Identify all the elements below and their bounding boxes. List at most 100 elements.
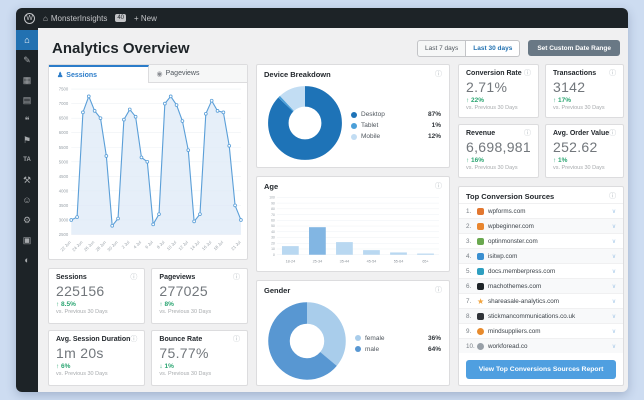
conversion-source-row[interactable]: 2. wpbeginner.com ∨ [459,218,624,233]
stat-title: Avg. Session Duration [56,336,131,343]
sidebar-item-ta-plugin[interactable]: TA [16,150,38,170]
sidebar-item-posts-pin[interactable]: ✎ [16,50,38,70]
device-breakdown-panel: Device Breakdown ⓘ Desktop 87% Tablet 1% Mob… [256,64,450,168]
info-icon[interactable]: ⓘ [233,274,240,281]
chevron-down-icon[interactable]: ∨ [612,208,616,215]
view-top-conversion-sources-report-button[interactable]: View Top Conversions Sources Report [466,360,617,379]
svg-text:4000: 4000 [59,188,69,193]
legend-label: male [365,345,380,353]
sidebar-item-tools[interactable]: ⚙ [16,210,38,230]
source-rank: 2. [466,222,472,230]
range-button-last-7-days[interactable]: Last 7 days [417,39,467,57]
dashboard-icon: ⌂ [24,35,30,45]
info-icon[interactable]: ⓘ [233,336,240,343]
site-menu[interactable]: ⌂ MonsterInsights [43,14,107,23]
sidebar-item-settings[interactable]: ◐ [16,250,38,270]
info-icon[interactable]: ⓘ [435,71,442,78]
wordpress-logo-icon[interactable]: W [24,12,35,24]
sidebar-item-media-2[interactable]: ▣ [16,230,38,250]
svg-text:6500: 6500 [59,116,69,121]
date-range-controls: Last 7 days Last 30 days Set Custom Date … [417,39,620,57]
stat-delta: ↑ 22% [466,97,485,104]
conversion-source-row[interactable]: 7. ★ shareasale-analytics.com ∨ [459,293,624,308]
sidebar-item-dashboard[interactable]: ⌂ [16,30,38,50]
legend-item: Mobile 12% [351,133,441,140]
conversion-source-row[interactable]: 5. docs.memberpress.com ∨ [459,263,624,278]
svg-text:90: 90 [271,201,275,205]
feedback-flag-icon: ⚑ [22,134,32,145]
info-icon[interactable]: ⓘ [130,336,137,343]
conversion-source-row[interactable]: 3. optinmonster.com ∨ [459,233,624,248]
svg-text:12 Jul: 12 Jul [177,240,189,252]
chevron-down-icon[interactable]: ∨ [612,238,616,245]
sidebar-item-media[interactable]: ▦ [16,70,38,90]
site-name: MonsterInsights [50,13,108,23]
tab-sessions[interactable]: ♟ Sessions [49,65,149,83]
chevron-down-icon[interactable]: ∨ [612,223,616,230]
conversion-source-row[interactable]: 4. isitwp.com ∨ [459,248,624,263]
svg-text:18-24: 18-24 [286,260,296,264]
avg-session-duration-stat-card: Avg. Session Duration ⓘ 1m 20s ↑ 6% vs. P… [48,330,146,386]
info-icon[interactable]: ⓘ [609,70,616,77]
svg-text:5500: 5500 [59,145,69,150]
legend-item: Tablet 1% [351,122,441,129]
chevron-down-icon[interactable]: ∨ [612,343,616,350]
legend-value: 12% [427,133,441,140]
info-icon[interactable]: ⓘ [130,274,137,281]
gender-panel: Gender ⓘ female 36% male 64% [256,280,450,386]
stat-sublabel: vs. Previous 30 Days [56,309,108,315]
info-icon[interactable]: ⓘ [524,130,531,137]
stat-delta: ↑ 1% [552,157,568,164]
legend-label: Tablet [361,122,379,129]
eye-icon: ◉ [156,70,163,78]
info-icon[interactable]: ⓘ [524,70,531,77]
svg-text:35-44: 35-44 [340,260,350,264]
source-rank: 7. [466,297,472,305]
svg-text:3500: 3500 [59,203,69,208]
source-domain: mindsuppliers.com [488,327,541,335]
sidebar-item-plugins[interactable]: ⚒ [16,170,38,190]
sidebar-item-feedback-flag[interactable]: ⚑ [16,130,38,150]
panel-title: Gender [264,286,291,295]
info-icon[interactable]: ⓘ [609,130,616,137]
conversion-source-row[interactable]: 1. wpforms.com ∨ [459,203,624,218]
comments-menu[interactable]: 40 [115,14,126,22]
new-content-menu[interactable]: + New [134,14,157,23]
svg-text:10: 10 [271,247,275,251]
sidebar-item-pages[interactable]: ▤ [16,90,38,110]
chevron-down-icon[interactable]: ∨ [612,253,616,260]
source-domain: shareasale-analytics.com [488,297,560,305]
conversion-source-row[interactable]: 10. workforead.co ∨ [459,338,624,353]
source-rank: 9. [466,327,472,335]
chevron-down-icon[interactable]: ∨ [612,298,616,305]
svg-text:80: 80 [271,207,275,211]
svg-text:20: 20 [271,241,275,245]
source-rank: 6. [466,282,472,290]
chevron-down-icon[interactable]: ∨ [612,313,616,320]
info-icon[interactable]: ⓘ [435,287,442,294]
svg-text:4 Jul: 4 Jul [132,240,142,250]
range-button-last-30-days[interactable]: Last 30 days [466,39,521,57]
stat-title: Transactions [552,70,597,77]
legend-label: Mobile [361,133,381,140]
revenue-stat-card: Revenue ⓘ 6,698,981 ↑ 16% vs. Previous 30… [458,124,539,178]
stat-value: 75.77% [159,345,209,361]
sidebar-item-users[interactable]: ☺ [16,190,38,210]
tab-sessions-label: Sessions [66,71,98,79]
chevron-down-icon[interactable]: ∨ [612,283,616,290]
chevron-down-icon[interactable]: ∨ [612,268,616,275]
device-breakdown-donut-chart [265,83,345,168]
pageviews-stat-card: Pageviews ⓘ 277025 ↑ 8% vs. Previous 30 D… [151,268,248,324]
chevron-down-icon[interactable]: ∨ [612,328,616,335]
conversion-source-row[interactable]: 8. stickmancommunications.co.uk ∨ [459,308,624,323]
top-conversion-sources-panel: Top Conversion Sources ⓘ 1. wpforms.com ∨ 2… [458,186,625,386]
info-icon[interactable]: ⓘ [435,183,442,190]
info-icon[interactable]: ⓘ [609,193,616,200]
panel-title: Age [264,182,279,191]
conversion-source-row[interactable]: 9. mindsuppliers.com ∨ [459,323,624,338]
stat-delta: ↑ 8% [159,301,174,308]
tab-pageviews[interactable]: ◉ Pageviews [148,65,247,83]
conversion-source-row[interactable]: 6. machothemes.com ∨ [459,278,624,293]
set-custom-date-range-button[interactable]: Set Custom Date Range [528,40,620,56]
sidebar-item-comments[interactable]: ❝ [16,110,38,130]
